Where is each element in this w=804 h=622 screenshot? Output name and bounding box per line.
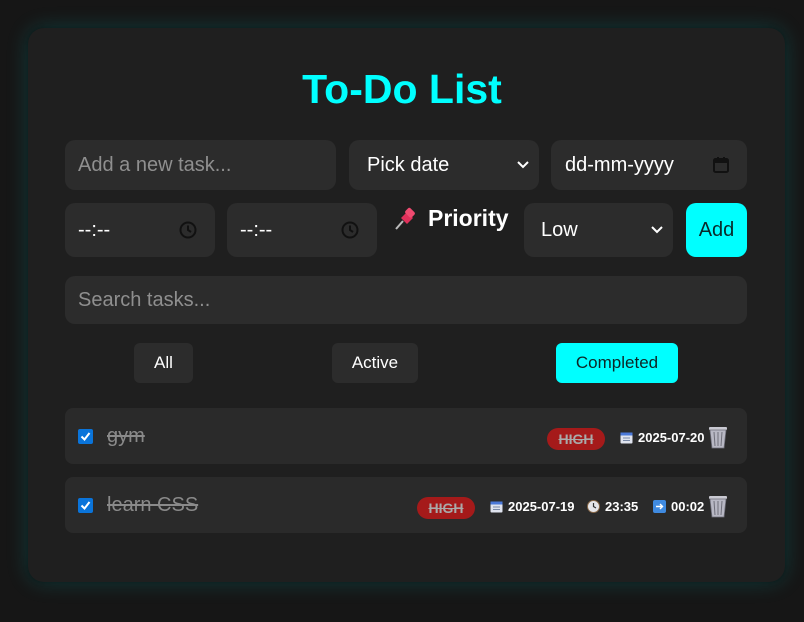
search-input[interactable]: Search tasks... xyxy=(65,276,747,324)
priority-label-text: Priority xyxy=(428,205,509,231)
arrow-right-icon xyxy=(653,500,666,513)
task-date-value: 2025-07-20 xyxy=(638,430,705,445)
priority-select[interactable]: Low xyxy=(524,203,673,257)
task-duration-value: 00:02 xyxy=(671,499,705,514)
task-text: gym xyxy=(107,425,145,447)
add-button[interactable]: Add xyxy=(686,203,747,257)
task-time-value: 23:35 xyxy=(605,499,639,514)
task-date-value: 2025-07-19 xyxy=(508,499,575,514)
calendar-icon[interactable] xyxy=(712,156,730,174)
task-text: learn CSS xyxy=(107,494,199,516)
wastebasket-icon[interactable] xyxy=(706,425,730,449)
end-time-value: --:-- xyxy=(240,218,273,241)
filter-completed-button[interactable]: Completed xyxy=(556,343,678,383)
priority-select-value: Low xyxy=(541,218,578,241)
task-input-placeholder: Add a new task... xyxy=(78,153,232,176)
clock-icon[interactable] xyxy=(341,221,359,239)
date-select[interactable]: Pick date xyxy=(349,140,539,190)
task-date: 2025-07-19 xyxy=(490,499,575,514)
task-time: 23:35 xyxy=(587,499,638,514)
task-item: learn CSS HIGH 2025-07-19 23:35 00:02 xyxy=(65,477,747,533)
date-input[interactable]: dd-mm-yyyy xyxy=(551,140,747,190)
priority-badge: HIGH xyxy=(547,428,605,450)
start-time-value: --:-- xyxy=(78,218,111,241)
end-time-input[interactable]: --:-- xyxy=(227,203,377,257)
task-checkbox[interactable] xyxy=(78,429,93,444)
pushpin-icon xyxy=(395,207,415,230)
task-checkbox[interactable] xyxy=(78,498,93,513)
priority-badge: HIGH xyxy=(417,497,475,519)
search-placeholder: Search tasks... xyxy=(78,288,211,311)
filter-active-button[interactable]: Active xyxy=(332,343,418,383)
start-time-input[interactable]: --:-- xyxy=(65,203,215,257)
task-duration: 00:02 xyxy=(653,499,704,514)
wastebasket-icon[interactable] xyxy=(706,494,730,518)
task-date: 2025-07-20 xyxy=(620,430,705,445)
calendar-icon xyxy=(490,501,503,513)
task-input[interactable]: Add a new task... xyxy=(65,140,336,190)
chevron-down-icon xyxy=(517,161,529,169)
chevron-down-icon xyxy=(651,226,663,234)
date-select-value: Pick date xyxy=(367,153,450,176)
app-title: To-Do List xyxy=(302,66,502,112)
date-input-value: dd-mm-yyyy xyxy=(565,153,674,176)
task-item: gym HIGH 2025-07-20 xyxy=(65,408,747,464)
checkmark-icon xyxy=(80,501,91,511)
checkmark-icon xyxy=(80,432,91,442)
clock-icon[interactable] xyxy=(179,221,197,239)
priority-label: Priority xyxy=(392,205,509,232)
clock-icon xyxy=(587,500,600,513)
calendar-icon xyxy=(620,432,633,444)
filter-all-button[interactable]: All xyxy=(134,343,193,383)
